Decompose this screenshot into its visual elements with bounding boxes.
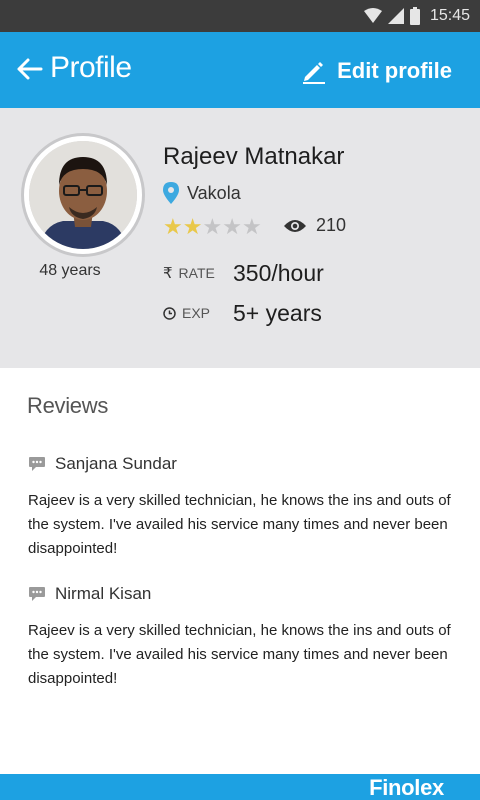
star-filled-icon: ★ xyxy=(182,214,203,239)
review-author: Nirmal Kisan xyxy=(55,584,152,603)
star-empty-icon: ★ xyxy=(202,214,223,239)
views-count: 210 xyxy=(316,215,347,235)
chat-bubble-icon xyxy=(29,587,45,601)
location-row: Vakola xyxy=(163,182,241,204)
status-bar: 15:45 xyxy=(0,0,480,32)
location-pin-icon xyxy=(163,182,179,204)
profile-name: Rajeev Matnakar xyxy=(163,143,345,170)
review-header: Sanjana Sundar xyxy=(28,453,458,475)
star-empty-icon: ★ xyxy=(222,214,242,239)
rupee-icon: ₹ xyxy=(163,265,173,282)
clock-icon xyxy=(163,306,176,320)
page-title: Profile xyxy=(50,51,132,84)
chat-bubble-icon xyxy=(29,457,45,471)
edit-profile-button[interactable]: Edit profile xyxy=(301,56,452,86)
review-text: Rajeev is a very skilled technician, he … xyxy=(28,492,451,557)
signal-icon xyxy=(387,8,404,24)
wifi-icon xyxy=(363,8,382,23)
battery-icon xyxy=(409,7,420,25)
star-empty-icon: ★ xyxy=(241,214,262,239)
profile-panel: 48 years Rajeev Matnakar Vakola ★ ★ ★ ★ ★ 21… xyxy=(0,108,480,368)
views-count-group: 210 xyxy=(283,215,346,236)
age-label: 48 years xyxy=(39,262,101,279)
review-author: Sanjana Sundar xyxy=(55,454,177,473)
app-bar: Profile Edit profile xyxy=(0,32,480,108)
footer-bar: Finolex xyxy=(0,774,480,800)
brand-logo: Finolex xyxy=(369,775,444,800)
exp-value: 5+ years xyxy=(233,299,322,326)
star-rating: ★ ★ ★ ★ ★ xyxy=(163,216,262,238)
status-time: 15:45 xyxy=(429,7,470,24)
edit-profile-label: Edit profile xyxy=(337,58,452,83)
rate-value: 350/hour xyxy=(233,259,324,286)
back-button[interactable] xyxy=(12,52,46,86)
review-item: Nirmal Kisan Rajeev is a very skilled te… xyxy=(28,583,458,691)
review-item: Sanjana Sundar Rajeev is a very skilled … xyxy=(28,453,458,561)
pencil-icon xyxy=(303,62,326,84)
avatar-image xyxy=(29,141,137,249)
experience-row: EXP 5+ years xyxy=(163,298,322,328)
star-filled-icon: ★ xyxy=(163,214,183,239)
exp-label-group: EXP xyxy=(163,305,233,321)
rate-label: RATE xyxy=(178,265,215,281)
reviews-title: Reviews xyxy=(27,393,109,418)
location-text: Vakola xyxy=(187,182,241,203)
rate-row: ₹ RATE 350/hour xyxy=(163,258,324,288)
rate-label-group: ₹ RATE xyxy=(163,264,233,282)
review-header: Nirmal Kisan xyxy=(28,583,458,605)
status-icons: 15:45 xyxy=(363,5,470,27)
eye-icon xyxy=(284,219,306,232)
arrow-left-icon xyxy=(17,58,43,80)
avatar xyxy=(24,136,142,254)
review-text: Rajeev is a very skilled technician, he … xyxy=(28,622,451,687)
exp-label: EXP xyxy=(182,305,211,321)
